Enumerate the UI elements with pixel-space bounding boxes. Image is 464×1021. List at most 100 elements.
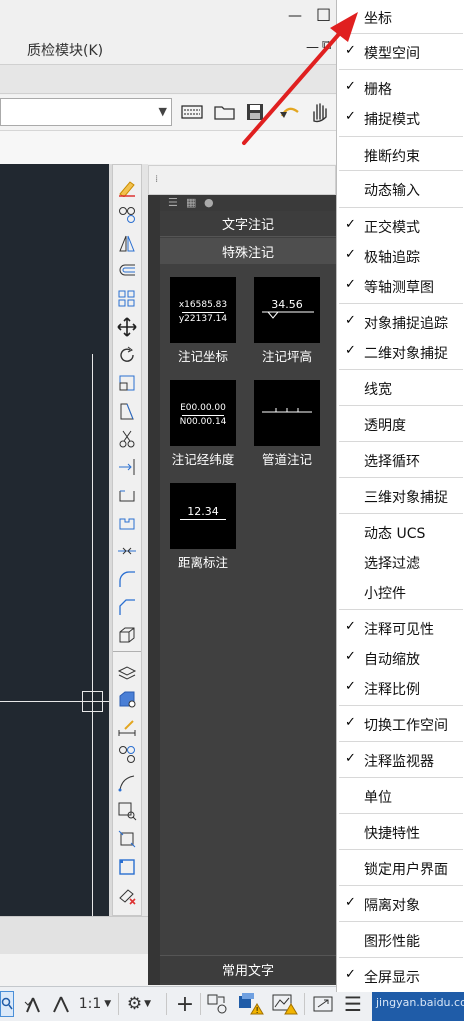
menu-item-label: 图形性能 xyxy=(364,934,420,950)
fillet-icon[interactable] xyxy=(115,567,139,591)
menu-item-13[interactable]: 选择循环 xyxy=(337,446,464,474)
menu-item-18[interactable]: ✓ 注释可见性 xyxy=(337,614,464,642)
zoom-object-icon[interactable] xyxy=(115,799,139,823)
graphics-performance-icon[interactable] xyxy=(270,991,300,1017)
align-icon[interactable] xyxy=(115,827,139,851)
menu-item-label: 模型空间 xyxy=(364,46,420,62)
solid-box-icon[interactable] xyxy=(115,623,139,647)
tool-annotate-latlon[interactable]: E00.00.00 N00.00.14 注记经纬度 xyxy=(163,380,243,468)
menu-item-26[interactable]: ✓ 隔离对象 xyxy=(337,890,464,918)
pin-icon[interactable]: ● xyxy=(204,196,214,209)
open-folder-icon[interactable] xyxy=(211,98,239,126)
grip-icon[interactable]: ⁞ xyxy=(155,174,158,185)
copy-multiple-icon[interactable] xyxy=(115,743,139,767)
extend-icon[interactable] xyxy=(115,455,139,479)
isolate-objects-icon[interactable]: ! xyxy=(236,991,266,1017)
trim-icon[interactable] xyxy=(115,427,139,451)
erase-icon[interactable] xyxy=(115,175,139,199)
tab-common-text[interactable]: 常用文字 xyxy=(160,955,336,983)
dynamic-ucs-icon[interactable] xyxy=(0,991,14,1017)
menu-item-1[interactable]: ✓ 模型空间 xyxy=(337,38,464,66)
menu-item-3[interactable]: ✓ 捕捉模式 xyxy=(337,104,464,132)
mirror-icon[interactable] xyxy=(115,231,139,255)
fullscreen-icon[interactable] xyxy=(310,991,336,1017)
chevron-down-icon[interactable]: ▼ xyxy=(159,105,167,118)
menu-item-0[interactable]: 坐标 xyxy=(337,3,464,31)
hardware-acceleration-icon[interactable] xyxy=(204,991,232,1017)
scale-icon[interactable] xyxy=(115,371,139,395)
move-icon[interactable] xyxy=(115,315,139,339)
save-icon[interactable] xyxy=(241,98,269,126)
menu-item-5[interactable]: 动态输入 xyxy=(337,175,464,203)
menu-item-4[interactable]: 推断约束 xyxy=(337,141,464,169)
menu-item-7[interactable]: ✓ 极轴追踪 xyxy=(337,242,464,270)
menu-item-label: 单位 xyxy=(364,790,392,806)
edit-spline-icon[interactable] xyxy=(115,771,139,795)
gear-icon[interactable]: ⚙ ▼ xyxy=(122,991,156,1017)
copy-icon[interactable] xyxy=(115,203,139,227)
region-icon[interactable] xyxy=(115,855,139,879)
annotation-scale[interactable]: 1:1 ▼ xyxy=(78,991,112,1017)
chamfer-icon[interactable] xyxy=(115,595,139,619)
grid-view-icon[interactable]: ▦ xyxy=(186,196,196,209)
doc-restore-button[interactable]: ⧉ xyxy=(322,38,331,53)
layer-combo[interactable]: ▼ xyxy=(0,98,172,126)
menu-item-16[interactable]: 选择过滤 xyxy=(337,548,464,576)
menu-item-28[interactable]: ✓ 全屏显示 xyxy=(337,962,464,990)
menu-item-12[interactable]: 透明度 xyxy=(337,410,464,438)
annotation-visibility-icon[interactable] xyxy=(20,991,46,1017)
tool-label: 注记坪高 xyxy=(261,349,312,364)
explode-layers-icon[interactable] xyxy=(115,659,139,683)
menu-item-label: 正交模式 xyxy=(364,220,420,236)
minimize-button[interactable]: — xyxy=(288,8,302,24)
tool-annotate-pipe[interactable]: 管道注记 xyxy=(247,380,327,468)
array-icon[interactable] xyxy=(115,287,139,311)
lengthen-icon[interactable] xyxy=(115,715,139,739)
join-icon[interactable] xyxy=(115,511,139,535)
menu-item-label: 捕捉模式 xyxy=(364,112,420,128)
auto-scale-icon[interactable] xyxy=(48,991,74,1017)
menu-item-11[interactable]: 线宽 xyxy=(337,374,464,402)
palette-titlebar[interactable]: ⁞ xyxy=(148,165,336,195)
tool-annotate-elevation[interactable]: 34.56 注记坪高 xyxy=(247,277,327,365)
pan-hand-icon[interactable] xyxy=(305,98,333,126)
list-view-icon[interactable]: ☰ xyxy=(168,196,178,209)
menu-item-27[interactable]: 图形性能 xyxy=(337,926,464,954)
keyboard-icon[interactable] xyxy=(178,98,206,126)
menu-item-20[interactable]: ✓ 注释比例 xyxy=(337,674,464,702)
drawing-canvas[interactable] xyxy=(0,164,109,916)
menu-item-24[interactable]: 快捷特性 xyxy=(337,818,464,846)
stretch-icon[interactable] xyxy=(115,399,139,423)
break-at-point-icon[interactable] xyxy=(115,539,139,563)
menu-item-17[interactable]: 小控件 xyxy=(337,578,464,606)
tool-distance-dimension[interactable]: 12.34 距离标注 xyxy=(163,483,243,571)
tool-annotate-coordinate[interactable]: x16585.83 y22137.14 注记坐标 xyxy=(163,277,243,365)
maximize-button[interactable]: ☐ xyxy=(316,6,331,26)
plus-icon[interactable]: + xyxy=(172,991,198,1017)
menu-item-21[interactable]: ✓ 切换工作空间 xyxy=(337,710,464,738)
offset-icon[interactable] xyxy=(115,259,139,283)
menu-separator xyxy=(339,303,463,304)
menu-item-10[interactable]: ✓ 二维对象捕捉 xyxy=(337,338,464,366)
break-icon[interactable] xyxy=(115,483,139,507)
menu-item-22[interactable]: ✓ 注释监视器 xyxy=(337,746,464,774)
menu-item-9[interactable]: ✓ 对象捕捉追踪 xyxy=(337,308,464,336)
customize-menu-icon[interactable]: ☰ xyxy=(340,991,366,1017)
menu-item-15[interactable]: 动态 UCS xyxy=(337,518,464,546)
rotate-icon[interactable] xyxy=(115,343,139,367)
3d-move-icon[interactable] xyxy=(115,687,139,711)
delete-duplicates-icon[interactable] xyxy=(115,883,139,907)
doc-minimize-button[interactable]: — xyxy=(306,40,319,55)
menu-item-14[interactable]: 三维对象捕捉 xyxy=(337,482,464,510)
menu-item-19[interactable]: ✓ 自动缩放 xyxy=(337,644,464,672)
undo-icon[interactable] xyxy=(275,98,303,126)
menu-item-2[interactable]: ✓ 栅格 xyxy=(337,74,464,102)
tab-text-annotation[interactable]: 文字注记 xyxy=(160,211,336,237)
menu-qc-module[interactable]: 质检模块(K) xyxy=(27,40,103,60)
tab-special-annotation[interactable]: 特殊注记 xyxy=(160,238,336,264)
menu-item-8[interactable]: ✓ 等轴测草图 xyxy=(337,272,464,300)
menu-item-25[interactable]: 锁定用户界面 xyxy=(337,854,464,882)
menu-item-23[interactable]: 单位 xyxy=(337,782,464,810)
command-line[interactable] xyxy=(0,916,148,954)
menu-item-6[interactable]: ✓ 正交模式 xyxy=(337,212,464,240)
